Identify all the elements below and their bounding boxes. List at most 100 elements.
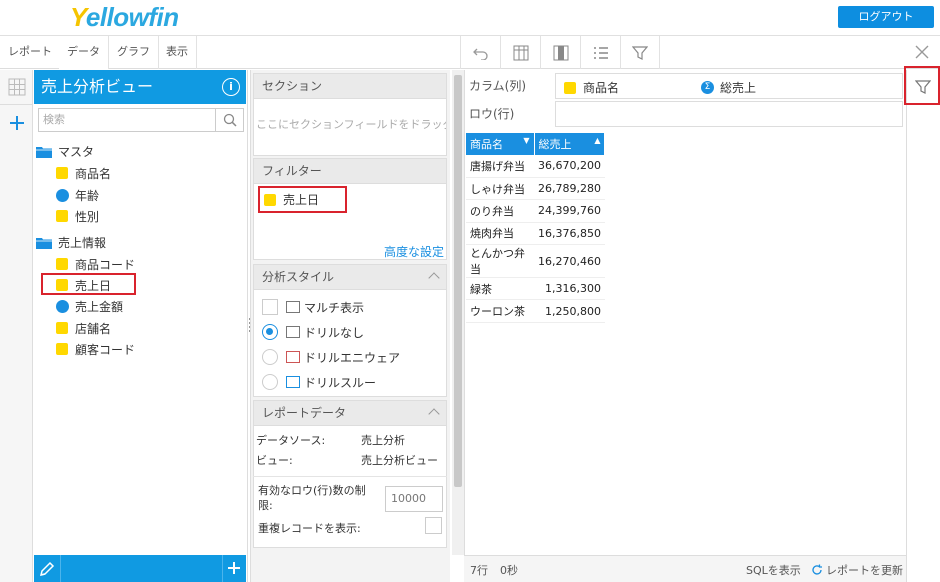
- dimension-icon: [56, 343, 68, 355]
- table-row: のり弁当 24,399,760: [466, 199, 605, 223]
- collapse-icon: [428, 272, 440, 284]
- divider: [60, 555, 61, 582]
- advanced-settings-link[interactable]: 高度な設定: [384, 243, 444, 260]
- report-table: 商品名 ▼ 総売上 ▲ 唐揚げ弁当 36,670,200 しゃけ弁当 26,789,28…: [466, 133, 606, 323]
- folder-icon: [36, 237, 52, 249]
- field-gender[interactable]: 性別: [56, 207, 99, 225]
- add-icon[interactable]: [0, 105, 33, 140]
- dimension-icon: [56, 167, 68, 179]
- info-icon[interactable]: i: [222, 78, 240, 96]
- drill-anywhere-icon: [286, 351, 300, 363]
- refresh-report-link[interactable]: レポートを更新: [811, 562, 903, 578]
- table-icon[interactable]: [500, 36, 540, 69]
- section-placeholder: ここにセクションフィールドをドラッグ: [256, 118, 446, 131]
- view-title: 売上分析ビュー: [34, 70, 246, 104]
- sort-asc-icon: ▲: [594, 136, 601, 145]
- search-icon[interactable]: [216, 108, 244, 132]
- search-input[interactable]: 検索: [38, 108, 216, 132]
- section-drop-zone[interactable]: ここにセクションフィールドをドラッグ: [253, 99, 447, 156]
- edit-icon[interactable]: [38, 560, 56, 581]
- row-limit-label: 有効なロウ(行)数の制限:: [258, 484, 366, 512]
- style-no-drill[interactable]: ドリルなし: [262, 321, 364, 343]
- no-drill-icon: [286, 326, 300, 338]
- sort-desc-icon: ▼: [523, 136, 530, 145]
- table-row: しゃけ弁当 26,789,280: [466, 177, 605, 201]
- datasource-value: 売上分析: [361, 434, 405, 447]
- filter-header: フィルター: [253, 158, 447, 184]
- table-header-row: 商品名 ▼ 総売上 ▲: [466, 133, 606, 155]
- tab-report[interactable]: レポート: [0, 36, 61, 69]
- field-customer-code[interactable]: 顧客コード: [56, 340, 135, 358]
- divider: [253, 476, 447, 477]
- table-row: 焼肉弁当 16,376,850: [466, 222, 605, 246]
- header-product-name[interactable]: 商品名 ▼: [466, 133, 535, 155]
- duplicates-checkbox[interactable]: [425, 517, 442, 534]
- filter-toolbar-icon[interactable]: [620, 36, 660, 69]
- view-label: ビュー:: [256, 454, 293, 467]
- list-icon[interactable]: [580, 36, 620, 69]
- divider: [222, 555, 223, 582]
- field-product-code[interactable]: 商品コード: [56, 255, 135, 273]
- highlight-filter-panel: [904, 66, 940, 105]
- drill-through-icon: [286, 376, 300, 388]
- dimension-icon: [56, 210, 68, 222]
- checkbox[interactable]: [262, 299, 278, 315]
- scrollbar[interactable]: [454, 75, 462, 487]
- show-sql-link[interactable]: SQLを表示: [746, 562, 801, 578]
- rows-drop-zone[interactable]: [555, 101, 903, 127]
- highlight-sales-date: [41, 273, 136, 295]
- folder-master[interactable]: マスタ: [36, 143, 94, 160]
- multi-view-icon: [286, 301, 300, 313]
- collapse-icon: [428, 408, 440, 420]
- rows-label: ロウ(行): [469, 107, 515, 121]
- undo-icon[interactable]: [460, 36, 500, 69]
- folder-icon: [36, 146, 52, 158]
- tab-data[interactable]: データ: [59, 36, 109, 69]
- highlight-filter: [258, 186, 347, 213]
- columns-label: カラム(列): [469, 79, 527, 93]
- header-total-sales[interactable]: 総売上 ▲: [534, 133, 606, 155]
- column-field-total-sales[interactable]: Σ 総売上: [701, 79, 756, 96]
- radio[interactable]: [262, 374, 278, 390]
- close-icon[interactable]: [914, 44, 930, 63]
- folder-label: マスタ: [58, 145, 95, 159]
- section-header: セクション: [253, 73, 447, 99]
- radio-selected[interactable]: [262, 324, 278, 340]
- style-multi[interactable]: マルチ表示: [262, 296, 364, 318]
- refresh-icon: [812, 564, 822, 575]
- folder-label: 売上情報: [58, 236, 107, 250]
- logout-button[interactable]: ログアウト: [838, 6, 934, 28]
- style-drill-anywhere[interactable]: ドリルエニウェア: [262, 346, 400, 368]
- grid-icon[interactable]: [0, 70, 33, 105]
- right-rail: [906, 70, 940, 582]
- dimension-icon: [564, 81, 576, 94]
- table-row: 唐揚げ弁当 36,670,200: [466, 155, 605, 178]
- metric-icon: [56, 299, 69, 313]
- field-product-name[interactable]: 商品名: [56, 164, 111, 182]
- duplicates-label: 重複レコードを表示:: [258, 522, 361, 535]
- resize-handle[interactable]: [248, 318, 251, 332]
- table-row: とんかつ弁当 16,270,460: [466, 244, 605, 279]
- folder-sales-info[interactable]: 売上情報: [36, 234, 106, 251]
- add-field-icon[interactable]: [227, 561, 241, 578]
- column-field-product-name[interactable]: 商品名: [564, 79, 619, 96]
- field-age[interactable]: 年齢: [56, 186, 99, 204]
- field-sales-amount[interactable]: 売上金額: [56, 297, 123, 315]
- field-store-name[interactable]: 店舗名: [56, 319, 111, 337]
- report-data-header[interactable]: レポートデータ: [253, 400, 447, 426]
- columns-icon[interactable]: [540, 36, 580, 69]
- dimension-icon: [56, 258, 68, 270]
- style-drill-through[interactable]: ドリルスルー: [262, 371, 376, 393]
- row-count: 7行: [470, 564, 488, 577]
- panel-footer: [34, 555, 246, 582]
- sum-icon: Σ: [701, 81, 714, 94]
- radio[interactable]: [262, 349, 278, 365]
- tab-view[interactable]: 表示: [158, 36, 197, 69]
- datasource-label: データソース:: [256, 434, 326, 447]
- yellowfin-logo: Yellowfin: [70, 2, 179, 32]
- metric-icon: [56, 188, 69, 202]
- analysis-style-header[interactable]: 分析スタイル: [253, 264, 447, 290]
- row-limit-input[interactable]: 10000: [385, 486, 443, 512]
- view-value: 売上分析ビュー: [361, 454, 438, 467]
- tab-chart[interactable]: グラフ: [109, 36, 159, 69]
